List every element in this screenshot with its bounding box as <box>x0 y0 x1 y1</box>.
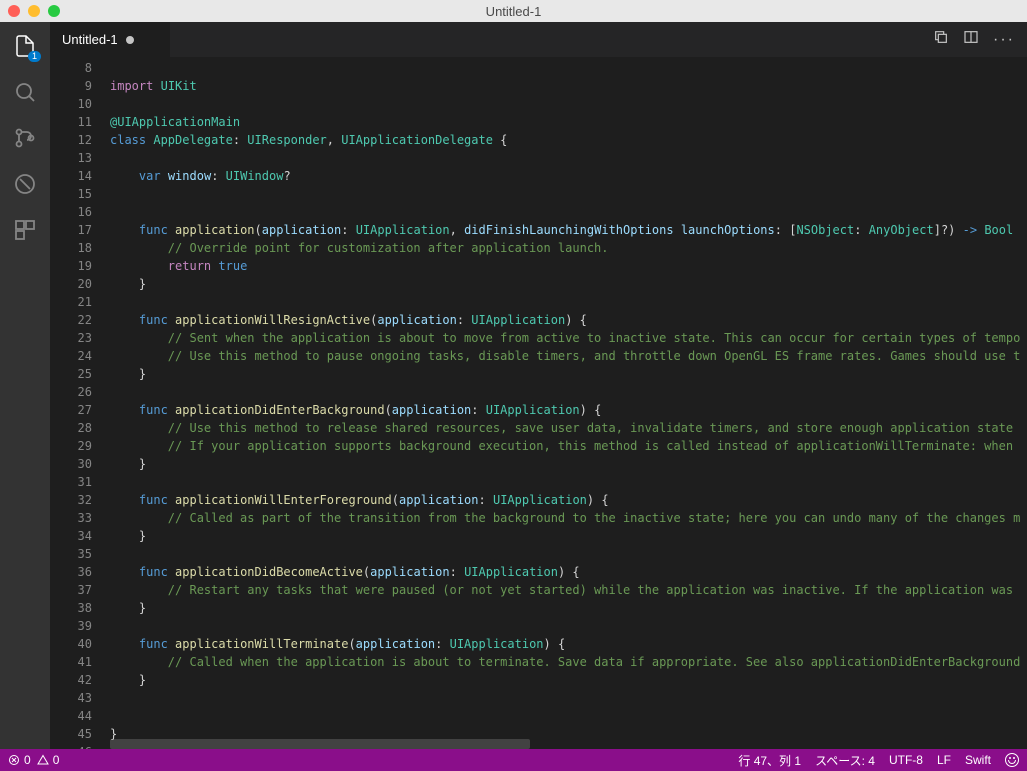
status-warnings[interactable]: 0 <box>37 753 60 767</box>
explorer-icon[interactable]: 1 <box>11 32 39 60</box>
feedback-icon[interactable] <box>1005 753 1019 767</box>
source-control-icon[interactable] <box>11 124 39 152</box>
status-eol[interactable]: LF <box>937 753 951 767</box>
titlebar: Untitled-1 <box>0 0 1027 22</box>
line-number-gutter: 8910111213141516171819202122232425262728… <box>50 57 110 749</box>
tabs-bar: Untitled-1 ··· <box>50 22 1027 57</box>
tab-untitled[interactable]: Untitled-1 <box>50 22 170 57</box>
status-indentation[interactable]: スペース: 4 <box>815 752 875 769</box>
explorer-badge: 1 <box>28 51 41 62</box>
code-content[interactable]: import UIKit @UIApplicationMainclass App… <box>110 57 1027 749</box>
tab-label: Untitled-1 <box>62 32 118 47</box>
debug-icon[interactable] <box>11 170 39 198</box>
window-zoom-button[interactable] <box>48 5 60 17</box>
code-editor[interactable]: 8910111213141516171819202122232425262728… <box>50 57 1027 749</box>
horizontal-scrollbar[interactable] <box>110 739 530 749</box>
window-title: Untitled-1 <box>486 4 542 19</box>
status-bar: 0 0 行 47、列 1 スペース: 4 UTF-8 LF Swift <box>0 749 1027 771</box>
status-encoding[interactable]: UTF-8 <box>889 753 923 767</box>
status-language[interactable]: Swift <box>965 753 991 767</box>
activity-bar: 1 <box>0 22 50 749</box>
more-actions-icon[interactable]: ··· <box>993 31 1015 49</box>
tab-dirty-indicator-icon <box>126 36 134 44</box>
search-icon[interactable] <box>11 78 39 106</box>
status-cursor-position[interactable]: 行 47、列 1 <box>738 752 801 769</box>
extensions-icon[interactable] <box>11 216 39 244</box>
split-editor-icon[interactable] <box>963 29 979 50</box>
copy-icon[interactable] <box>933 29 949 50</box>
status-errors[interactable]: 0 <box>8 753 31 767</box>
window-minimize-button[interactable] <box>28 5 40 17</box>
window-close-button[interactable] <box>8 5 20 17</box>
